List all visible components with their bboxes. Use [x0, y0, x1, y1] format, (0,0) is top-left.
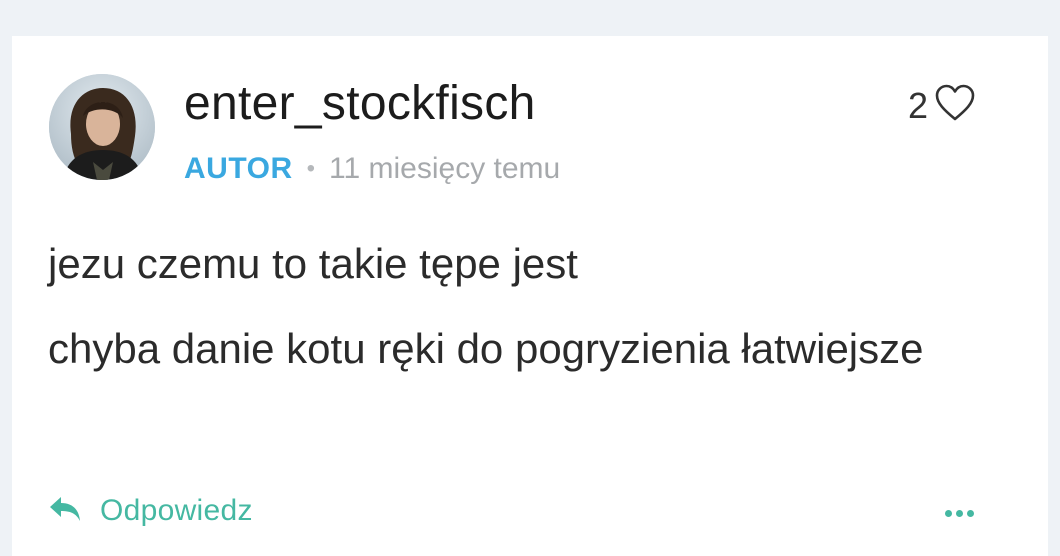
reply-label: Odpowiedz	[100, 494, 253, 527]
author-badge: AUTOR	[184, 152, 293, 185]
reply-button[interactable]: Odpowiedz	[48, 494, 253, 528]
timestamp: 11 miesięcy temu	[329, 152, 561, 185]
like-count: 2	[907, 84, 928, 126]
comment-card: enter_stockfisch AUTOR • 11 miesięcy tem…	[12, 36, 1048, 556]
more-options-icon[interactable]	[945, 510, 974, 517]
heart-icon[interactable]	[934, 84, 976, 127]
avatar-image	[49, 74, 155, 180]
comment-meta: AUTOR • 11 miesięcy temu	[184, 152, 560, 186]
more-dot	[967, 510, 974, 517]
username[interactable]: enter_stockfisch	[184, 76, 536, 131]
more-dot	[956, 510, 963, 517]
meta-separator: •	[306, 155, 316, 182]
more-dot	[945, 510, 952, 517]
like-button[interactable]: 2	[908, 84, 976, 127]
comment-paragraph: chyba danie kotu ręki do pogryzienia łat…	[48, 325, 924, 372]
reply-arrow-icon	[48, 495, 82, 528]
comment-paragraph: jezu czemu to takie tępe jest	[48, 240, 578, 287]
comment-body: jezu czemu to takie tępe jest chyba dani…	[48, 236, 988, 406]
avatar[interactable]	[49, 74, 155, 180]
